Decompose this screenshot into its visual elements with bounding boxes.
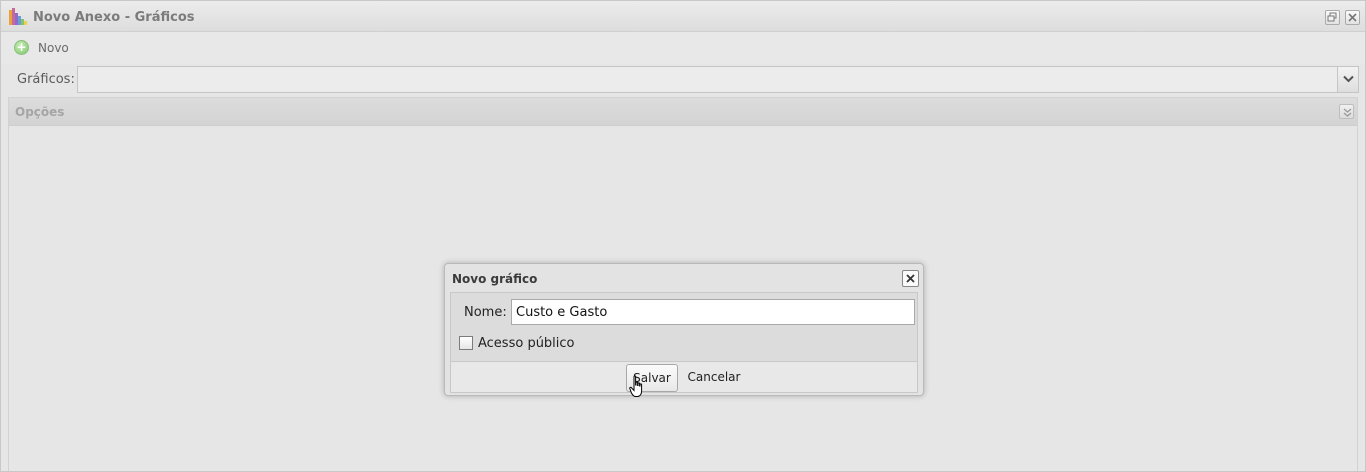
name-label: Nome: xyxy=(464,305,507,320)
restore-icon xyxy=(1327,12,1337,22)
main-window: Novo Anexo - Gráficos + Novo Gráficos: O… xyxy=(0,0,1366,472)
dialog-footer: Salvar Cancelar xyxy=(450,362,918,393)
window-title: Novo Anexo - Gráficos xyxy=(33,10,195,25)
name-input[interactable] xyxy=(511,299,915,325)
graficos-select[interactable] xyxy=(77,66,1359,93)
chevron-down-icon xyxy=(1343,75,1354,83)
select-trigger-button[interactable] xyxy=(1337,67,1358,92)
options-header[interactable]: Opções xyxy=(9,98,1357,126)
dialog-title: Novo gráfico xyxy=(452,272,538,286)
restore-button[interactable] xyxy=(1325,10,1340,25)
close-icon xyxy=(906,274,915,283)
options-title: Opções xyxy=(15,105,65,119)
dialog-body: Nome: Acesso público xyxy=(450,292,918,362)
cancel-button[interactable]: Cancelar xyxy=(685,364,743,392)
bar-chart-icon xyxy=(9,8,27,25)
hand-cursor-icon xyxy=(629,375,643,397)
double-chevron-down-icon xyxy=(1343,108,1352,117)
graficos-field-row: Gráficos: xyxy=(7,65,1359,95)
public-access-label[interactable]: Acesso público xyxy=(478,336,575,351)
new-button[interactable]: Novo xyxy=(38,41,69,55)
dialog-close-button[interactable] xyxy=(902,270,919,287)
window-titlebar: Novo Anexo - Gráficos xyxy=(1,1,1365,32)
public-access-checkbox[interactable] xyxy=(459,336,473,350)
window-close-button[interactable] xyxy=(1345,10,1360,25)
toolbar: + Novo xyxy=(1,32,1365,64)
collapse-button[interactable] xyxy=(1339,104,1354,119)
graficos-label: Gráficos: xyxy=(17,72,75,87)
close-icon xyxy=(1348,13,1357,22)
add-icon[interactable]: + xyxy=(14,40,29,55)
new-chart-dialog: Novo gráfico Nome: Acesso público Salvar… xyxy=(444,263,924,396)
